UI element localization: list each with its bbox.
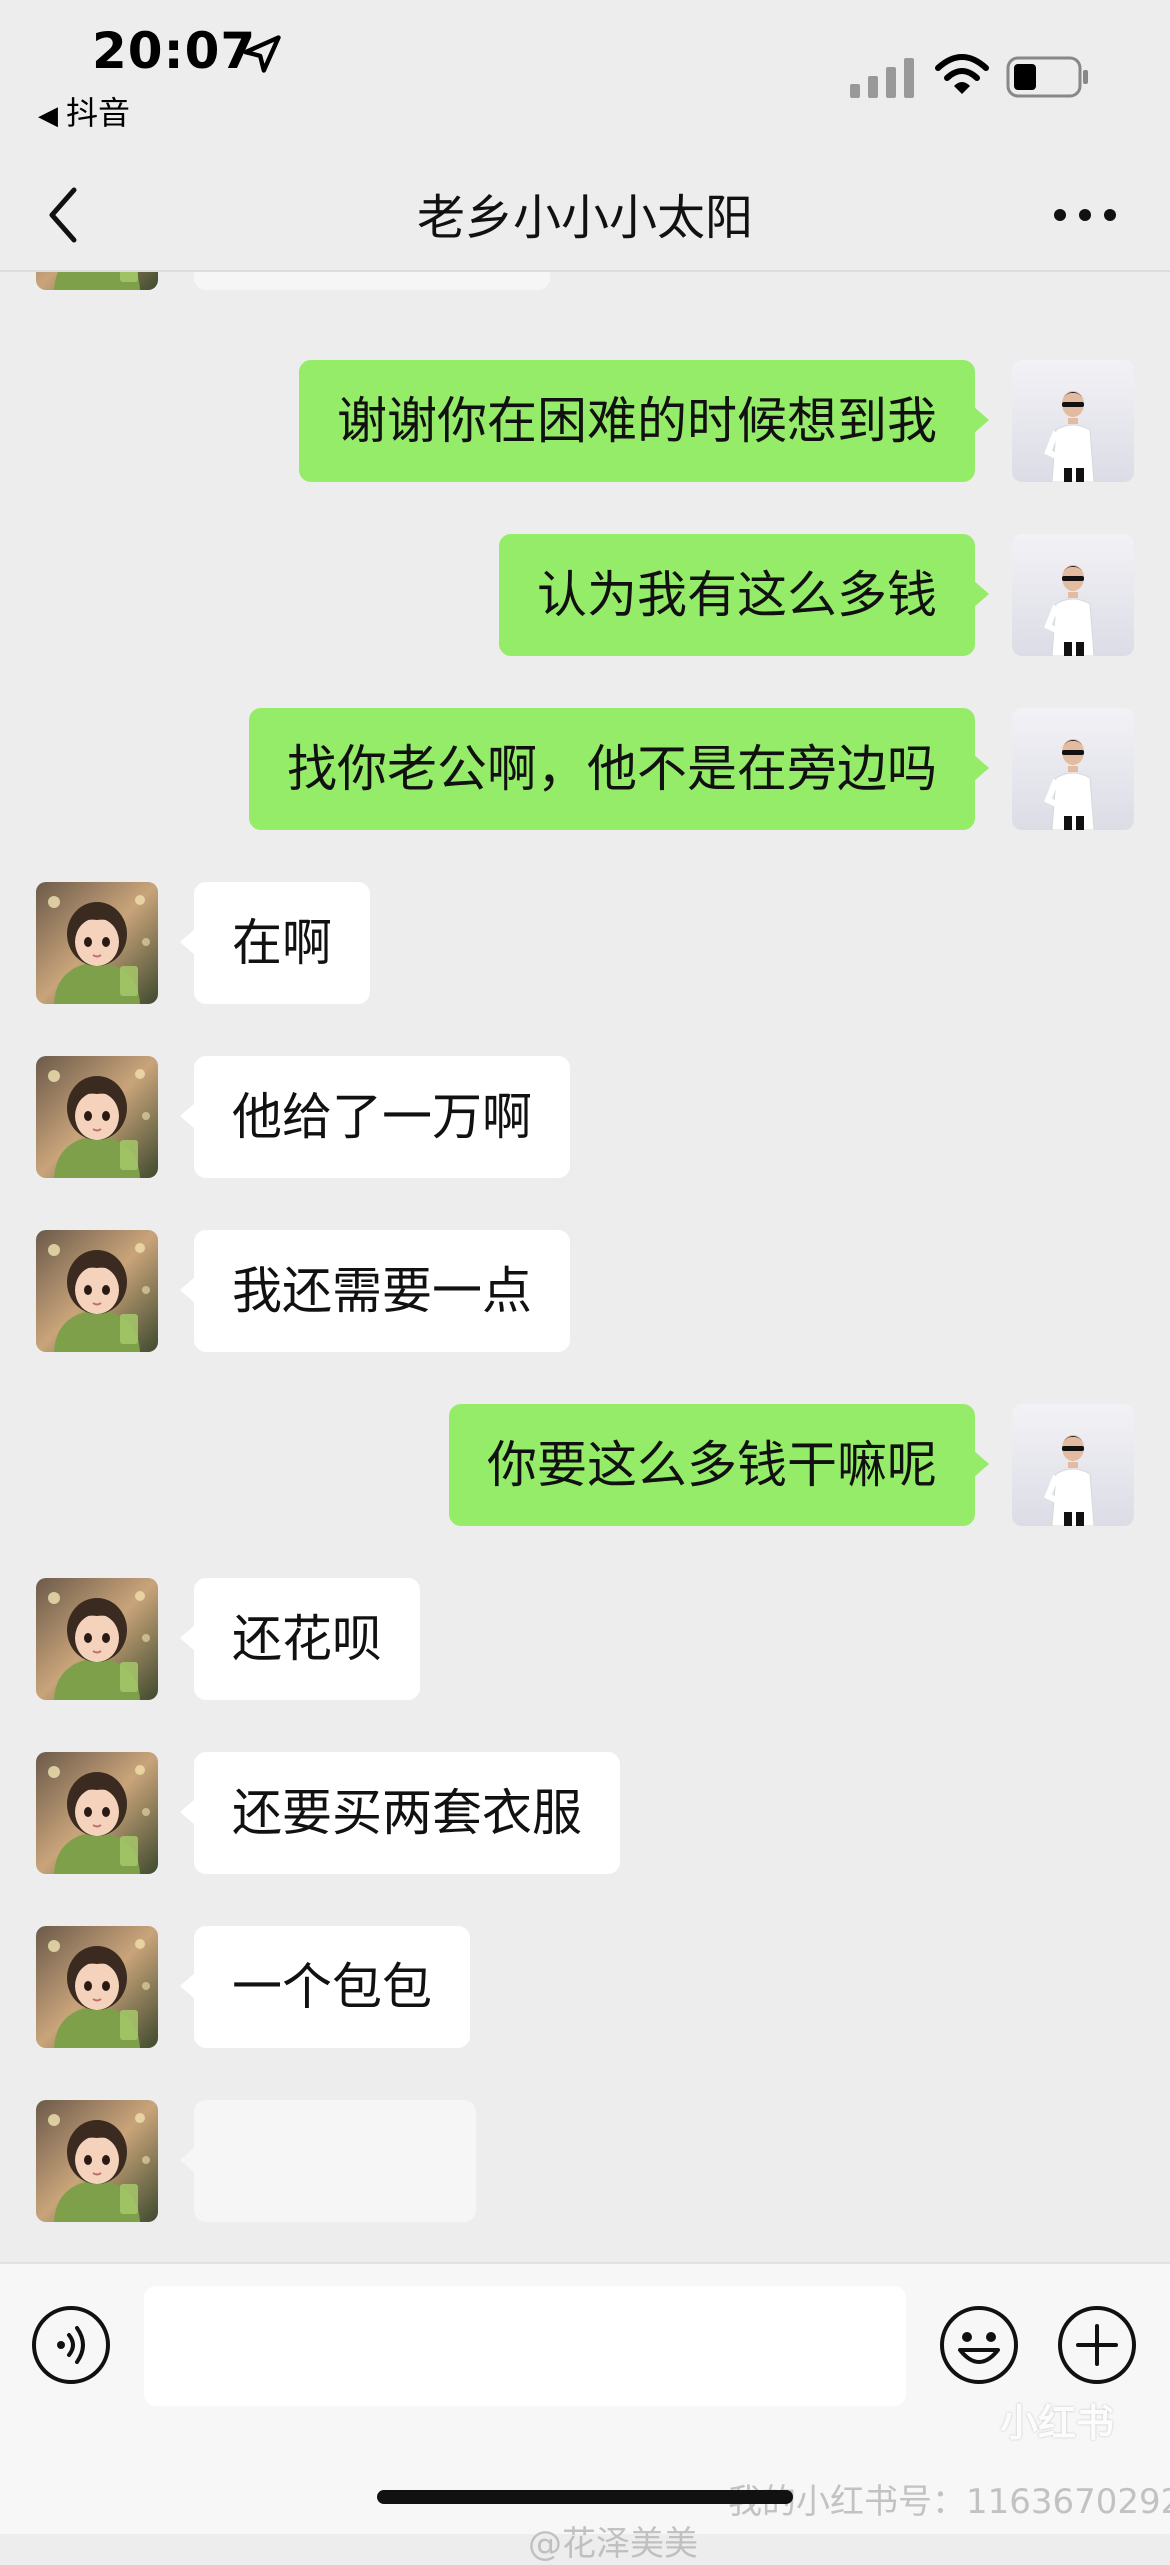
message-bubble[interactable]: 找你老公啊，他不是在旁边吗: [249, 708, 989, 830]
chat-title: 老乡小小小太阳: [416, 190, 753, 246]
cellular-signal-icon: [850, 58, 914, 98]
plus-icon[interactable]: [1056, 2304, 1138, 2386]
back-app-label: 抖音: [66, 94, 131, 132]
message-bubble[interactable]: 他给了一万啊: [180, 1056, 570, 1178]
message-bubble[interactable]: 谢谢你在困难的时候想到我: [299, 360, 989, 482]
message-row: 在啊: [0, 882, 1170, 1004]
avatar[interactable]: [36, 2100, 158, 2222]
message-bubble[interactable]: 我还需要一点: [180, 1230, 570, 1352]
message-input[interactable]: [144, 2286, 906, 2406]
avatar[interactable]: [1012, 360, 1134, 482]
xhs-logo-watermark: 小红书: [1000, 2401, 1115, 2445]
nav-bar: 老乡小小小太阳: [0, 160, 1170, 272]
message-row: 谢谢你在困难的时候想到我: [0, 360, 1170, 482]
avatar[interactable]: [36, 272, 158, 290]
battery-icon: [1006, 56, 1088, 98]
home-indicator[interactable]: [377, 2490, 793, 2504]
message-row: 还要买两套衣服: [0, 1752, 1170, 1874]
message-bubble-blurred[interactable]: [180, 2100, 476, 2222]
more-dots-icon[interactable]: [1050, 190, 1120, 240]
avatar[interactable]: [36, 1056, 158, 1178]
message-row: 他给了一万啊: [0, 1056, 1170, 1178]
status-time: 20:07: [92, 22, 257, 80]
message-row: 我还需要一点: [0, 1230, 1170, 1352]
message-bubble[interactable]: 认为我有这么多钱: [499, 534, 989, 656]
avatar[interactable]: [36, 1752, 158, 1874]
avatar[interactable]: [36, 1926, 158, 2048]
voice-icon[interactable]: [30, 2304, 112, 2386]
avatar[interactable]: [36, 1578, 158, 1700]
message-bubble[interactable]: [194, 272, 550, 290]
message-row: 找你老公啊，他不是在旁边吗: [0, 708, 1170, 830]
avatar[interactable]: [1012, 708, 1134, 830]
xhs-id-watermark: 我的小红书号：1163670292: [728, 2482, 1170, 2522]
message-row: 认为我有这么多钱: [0, 534, 1170, 656]
message-row: 一个包包: [0, 1926, 1170, 2048]
message-bubble[interactable]: 还要买两套衣服: [180, 1752, 620, 1874]
message-row: 还花呗: [0, 1578, 1170, 1700]
message-bubble[interactable]: 还花呗: [180, 1578, 420, 1700]
message-bubble[interactable]: 一个包包: [180, 1926, 470, 2048]
message-bubble[interactable]: 在啊: [180, 882, 370, 1004]
back-to-app[interactable]: ◀ 抖音: [38, 88, 130, 134]
avatar[interactable]: [1012, 1404, 1134, 1526]
status-bar: 20:07 ◀ 抖音: [0, 0, 1170, 160]
emoji-icon[interactable]: [938, 2304, 1020, 2386]
avatar[interactable]: [36, 882, 158, 1004]
message-bubble[interactable]: 你要这么多钱干嘛呢: [449, 1404, 989, 1526]
message-row: 你要这么多钱干嘛呢: [0, 1404, 1170, 1526]
wifi-icon: [935, 54, 989, 94]
weibo-watermark: @花泽美美: [528, 2524, 698, 2564]
message-row: [0, 2100, 1170, 2222]
avatar[interactable]: [1012, 534, 1134, 656]
chat-area[interactable]: 谢谢你在困难的时候想到我 认为我有这么多钱 找你老公啊，他不是在旁边吗 在啊 他…: [0, 272, 1170, 2260]
back-triangle-icon: ◀: [38, 101, 58, 131]
message-partial: [0, 272, 1170, 290]
avatar[interactable]: [36, 1230, 158, 1352]
location-arrow-icon: [243, 35, 281, 73]
